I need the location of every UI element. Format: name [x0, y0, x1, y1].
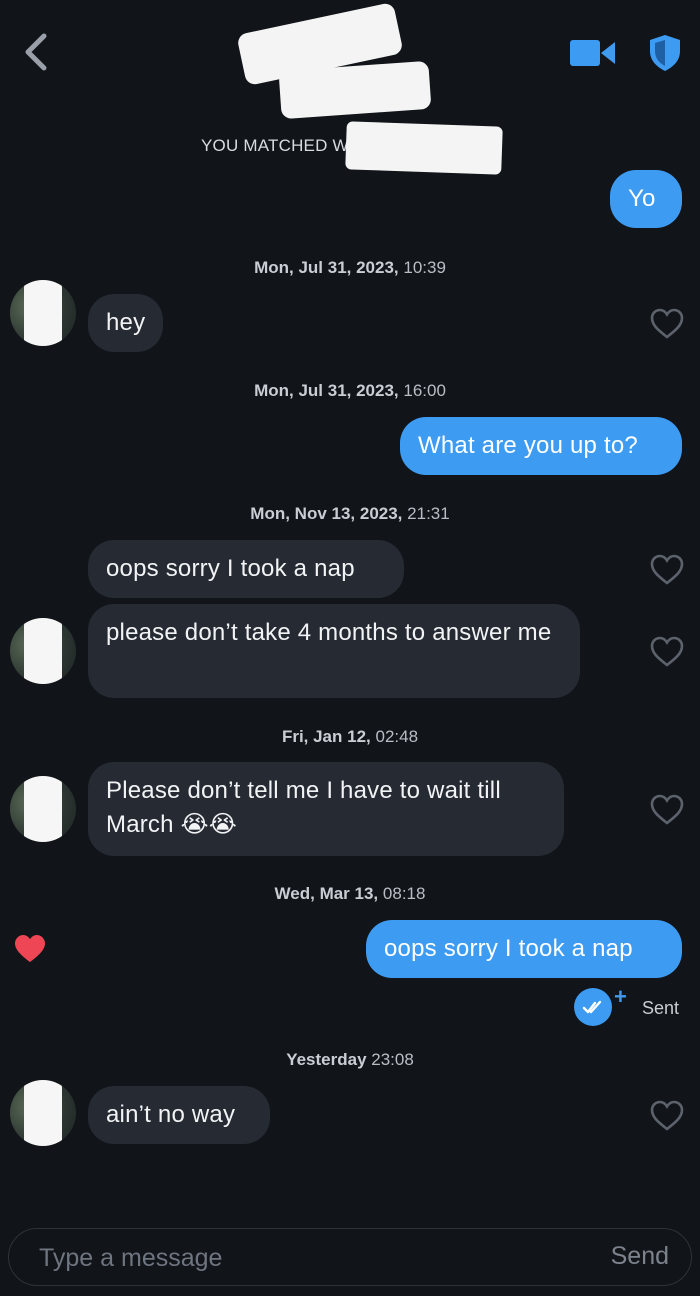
heart-outline-icon[interactable] [650, 554, 684, 586]
timestamp-time: 10:39 [403, 258, 446, 277]
message-timestamp: Fri, Jan 12, 02:48 [0, 727, 700, 747]
redacted-profile-name [278, 60, 432, 120]
redacted-match-date [345, 121, 503, 175]
message-input[interactable] [37, 1239, 561, 1277]
shield-icon [650, 35, 680, 71]
timestamp-date: Mon, Jul 31, 2023, [254, 381, 399, 400]
match-banner-text-start: YOU MATCHED WI [201, 136, 354, 155]
incoming-message[interactable]: hey [88, 294, 164, 352]
avatar[interactable] [10, 280, 76, 346]
timestamp-time: 23:08 [371, 1050, 414, 1069]
heart-outline-icon[interactable] [650, 794, 684, 826]
avatar[interactable] [10, 776, 76, 842]
heart-outline-icon[interactable] [650, 636, 684, 668]
timestamp-time: 02:48 [375, 727, 419, 746]
timestamp-date: Wed, Mar 13, [274, 884, 379, 903]
chat-header [0, 0, 700, 120]
message-text: oops sorry I took a nap [106, 555, 355, 582]
message-composer: Send [8, 1228, 692, 1286]
sent-status-label: Sent [642, 998, 680, 1018]
message-text: please don’t take 4 months to answer me [106, 619, 552, 646]
message-text: ain’t no way [106, 1101, 236, 1128]
timestamp-time: 08:18 [382, 884, 426, 903]
video-camera-icon [570, 40, 615, 66]
avatar[interactable] [10, 618, 76, 684]
timestamp-date: Yesterday [286, 1050, 367, 1069]
timestamp-date: Mon, Jul 31, 2023, [254, 258, 399, 277]
double-check-icon[interactable] [574, 988, 612, 1026]
avatar[interactable] [10, 1080, 76, 1146]
read-receipt: + Sent [574, 984, 694, 1028]
incoming-message[interactable]: Please don’t tell me I have to wait till… [88, 762, 564, 856]
message-text: Please don’t tell me I have to wait till… [106, 777, 501, 838]
message-timestamp: Mon, Jul 31, 2023, 10:39 [0, 258, 700, 278]
message-timestamp: Wed, Mar 13, 08:18 [0, 884, 700, 904]
incoming-message[interactable]: ain’t no way [88, 1086, 270, 1144]
message-text: hey [106, 309, 146, 336]
video-call-button[interactable] [570, 38, 616, 68]
chat-screen: YOU MATCHED WI23 Yo Mon, Jul 31, 2023, 1… [0, 0, 700, 1296]
plus-icon[interactable]: + [614, 984, 627, 1010]
message-text: Yo [628, 185, 656, 212]
message-text: What are you up to? [418, 432, 638, 459]
incoming-message[interactable]: please don’t take 4 months to answer me [88, 604, 580, 698]
timestamp-time: 21:31 [407, 504, 450, 523]
message-timestamp: Mon, Jul 31, 2023, 16:00 [0, 381, 700, 401]
send-button[interactable]: Send [605, 1241, 675, 1272]
message-timestamp: Mon, Nov 13, 2023, 21:31 [0, 504, 700, 524]
heart-filled-icon[interactable] [14, 934, 46, 964]
back-button[interactable] [18, 30, 58, 74]
heart-outline-icon[interactable] [650, 1100, 684, 1132]
timestamp-date: Fri, Jan 12, [281, 727, 371, 746]
message-text: oops sorry I took a nap [384, 935, 633, 962]
outgoing-message[interactable]: oops sorry I took a nap [366, 920, 682, 978]
timestamp-date: Mon, Nov 13, 2023, [250, 504, 403, 523]
timestamp-time: 16:00 [403, 381, 446, 400]
safety-shield-button[interactable] [648, 34, 682, 72]
message-timestamp: Yesterday 23:08 [0, 1050, 700, 1070]
heart-outline-icon[interactable] [650, 308, 684, 340]
outgoing-message[interactable]: Yo [610, 170, 682, 228]
outgoing-message[interactable]: What are you up to? [400, 417, 682, 475]
incoming-message[interactable]: oops sorry I took a nap [88, 540, 404, 598]
chevron-left-icon [25, 33, 47, 71]
